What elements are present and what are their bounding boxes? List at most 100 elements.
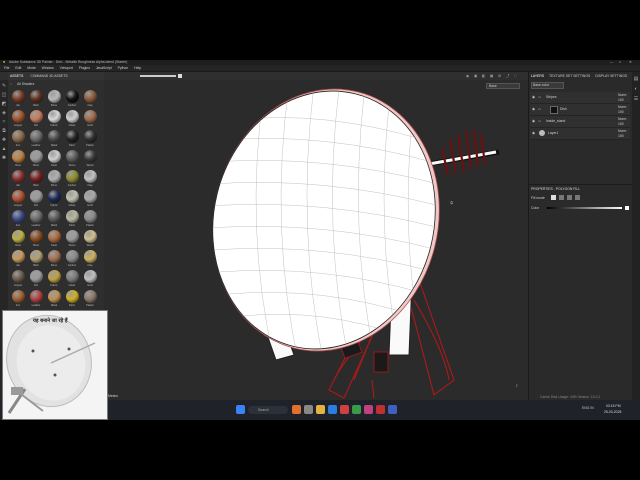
menu-viewport[interactable]: Viewport: [60, 66, 73, 70]
language-indicator[interactable]: ENG IN: [582, 406, 594, 410]
search-icon[interactable]: ⌕: [10, 82, 12, 86]
layers-dock-icon[interactable]: ▤: [633, 76, 639, 82]
eye-icon[interactable]: ◉: [532, 131, 535, 135]
fill-quad-button[interactable]: [559, 195, 564, 200]
eye-icon[interactable]: ◉: [532, 95, 535, 99]
material-swatch[interactable]: [12, 290, 25, 303]
app-icon-blue[interactable]: [388, 405, 397, 414]
widgets-icon[interactable]: [292, 405, 301, 414]
material-swatch[interactable]: [66, 210, 79, 223]
material-swatch[interactable]: [12, 170, 25, 183]
material-swatch[interactable]: [48, 190, 61, 203]
material-swatch[interactable]: [12, 90, 25, 103]
material-swatch[interactable]: [12, 130, 25, 143]
color-swatch[interactable]: [625, 206, 629, 210]
material-swatch[interactable]: [30, 190, 43, 203]
taskbar-search[interactable]: Search: [248, 406, 288, 414]
material-swatch[interactable]: [48, 230, 61, 243]
material-swatch[interactable]: [84, 270, 97, 283]
material-swatch[interactable]: [30, 250, 43, 263]
fill-object-button[interactable]: [567, 195, 572, 200]
material-swatch[interactable]: [66, 250, 79, 263]
clock-date[interactable]: 25-03-2025: [604, 410, 621, 414]
color-slider[interactable]: [547, 207, 622, 209]
smudge-icon[interactable]: ≈: [1, 119, 7, 125]
material-swatch[interactable]: [84, 130, 97, 143]
eye-icon[interactable]: ◉: [532, 119, 535, 123]
minimize-button[interactable]: —: [610, 60, 613, 64]
eraser-icon[interactable]: ◫: [1, 92, 7, 98]
render-icon[interactable]: ▣: [474, 74, 477, 78]
menu-edit[interactable]: Edit: [15, 66, 21, 70]
shelf-dock-icon[interactable]: ☰: [633, 96, 639, 102]
task-view-icon[interactable]: [304, 405, 313, 414]
layer-blend[interactable]: Norm: [618, 117, 626, 121]
material-swatch[interactable]: [48, 110, 61, 123]
menu-help[interactable]: Help: [134, 66, 141, 70]
app-icon-pink[interactable]: [364, 405, 373, 414]
color-picker-icon[interactable]: ✚: [1, 137, 7, 143]
close-button[interactable]: ✕: [629, 60, 632, 64]
material-swatch[interactable]: [66, 290, 79, 303]
material-swatch[interactable]: [12, 190, 25, 203]
menu-javascript[interactable]: JavaScript: [96, 66, 112, 70]
layer-opacity[interactable]: 100: [618, 122, 624, 126]
bake-icon[interactable]: ✺: [1, 155, 7, 161]
menu-plugins[interactable]: Plugins: [79, 66, 90, 70]
layer-row-layer1[interactable]: ◉ Layer1 Norm 100: [530, 128, 630, 140]
material-swatch[interactable]: [66, 270, 79, 283]
material-swatch[interactable]: [66, 130, 79, 143]
material-swatch[interactable]: [66, 190, 79, 203]
app-icon-red[interactable]: [340, 405, 349, 414]
material-swatch[interactable]: [84, 250, 97, 263]
material-swatch[interactable]: [12, 210, 25, 223]
material-swatch[interactable]: [48, 130, 61, 143]
layer-blend[interactable]: Norm: [618, 93, 626, 97]
material-swatch[interactable]: [48, 210, 61, 223]
share-icon[interactable]: ⤴: [506, 74, 509, 78]
material-swatch[interactable]: [12, 270, 25, 283]
paint-brush-icon[interactable]: ✎: [1, 83, 7, 89]
fullscreen-icon[interactable]: ⛶: [514, 74, 516, 78]
material-swatch[interactable]: [12, 230, 25, 243]
material-swatch[interactable]: [84, 290, 97, 303]
layer-row-inside-stand[interactable]: ◉ ▭ Inside_stand Norm 100: [530, 116, 630, 128]
projection-icon[interactable]: ◩: [1, 101, 7, 107]
material-swatch[interactable]: [66, 170, 79, 183]
menu-window[interactable]: Window: [42, 66, 54, 70]
display-dock-icon[interactable]: ◐: [633, 86, 639, 92]
camera-icon[interactable]: ◉: [466, 74, 469, 78]
material-swatch[interactable]: [66, 230, 79, 243]
tab-texture-set-settings[interactable]: TEXTURE SET SETTINGS: [549, 74, 590, 78]
material-swatch[interactable]: [48, 150, 61, 163]
brush-size-slider[interactable]: [140, 75, 176, 77]
tab-assets[interactable]: ASSETS: [10, 74, 23, 78]
axis-gizmo-icon[interactable]: ⟟: [516, 383, 518, 388]
material-swatch[interactable]: [30, 270, 43, 283]
material-swatch[interactable]: [48, 170, 61, 183]
eye-icon[interactable]: ◉: [532, 107, 535, 111]
menu-mode[interactable]: Mode: [27, 66, 35, 70]
material-swatch[interactable]: [84, 110, 97, 123]
material-swatch[interactable]: [66, 110, 79, 123]
tab-command-assets[interactable]: COMMAND 3D ASSETS: [30, 74, 67, 78]
texture-set-dropdown[interactable]: Base color: [531, 82, 564, 89]
material-swatch[interactable]: [48, 290, 61, 303]
material-swatch[interactable]: [12, 150, 25, 163]
material-swatch[interactable]: [66, 150, 79, 163]
menu-file[interactable]: File: [4, 66, 9, 70]
edge-icon[interactable]: [328, 405, 337, 414]
settings-icon[interactable]: ⚙: [498, 74, 501, 78]
material-swatch[interactable]: [84, 230, 97, 243]
layer-row-stripes[interactable]: ◉ ▭ Stripes Norm 100: [530, 92, 630, 104]
geometry-mask-icon[interactable]: ◈: [1, 110, 7, 116]
layer-opacity[interactable]: 100: [618, 110, 624, 114]
material-swatch[interactable]: [30, 290, 43, 303]
maximize-button[interactable]: □: [619, 60, 621, 64]
substance-painter-icon[interactable]: [376, 405, 385, 414]
material-swatch[interactable]: [30, 230, 43, 243]
polygon-fill-icon[interactable]: ▲: [1, 146, 7, 152]
clone-icon[interactable]: ⧉: [1, 128, 7, 134]
material-swatch[interactable]: [84, 210, 97, 223]
fill-uv-button[interactable]: [575, 195, 580, 200]
